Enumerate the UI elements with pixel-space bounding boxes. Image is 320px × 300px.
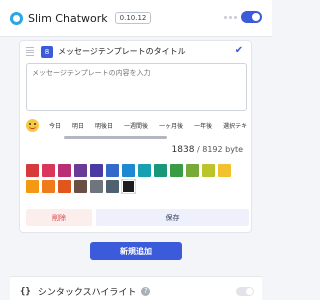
- color-swatch[interactable]: [90, 164, 103, 177]
- template-title[interactable]: メッセージテンプレートのタイトル: [58, 46, 186, 57]
- template-card: 8 メッセージテンプレートのタイトル ✔ 今日 明日 明後日 一週間後 一ヶ月後…: [19, 40, 252, 233]
- delete-button[interactable]: 削除: [26, 209, 92, 226]
- code-braces-icon: {}: [20, 286, 31, 297]
- color-swatch[interactable]: [122, 164, 135, 177]
- color-swatch[interactable]: [170, 164, 183, 177]
- chip-one-week-later[interactable]: 一週間後: [120, 119, 152, 132]
- color-swatch[interactable]: [186, 164, 199, 177]
- color-swatch[interactable]: [42, 164, 55, 177]
- bytes-used: 1838: [171, 145, 195, 155]
- color-swatch[interactable]: [218, 164, 231, 177]
- color-palette: [26, 164, 231, 194]
- color-swatch[interactable]: [74, 180, 87, 193]
- color-swatch[interactable]: [138, 164, 151, 177]
- drag-handle-icon[interactable]: [26, 47, 34, 56]
- chips-scrollbar[interactable]: [64, 136, 167, 139]
- color-swatch[interactable]: [26, 164, 39, 177]
- extension-toggle[interactable]: [241, 11, 262, 23]
- color-swatch[interactable]: [90, 180, 103, 193]
- bytes-total: / 8192 byte: [196, 145, 243, 154]
- color-swatch[interactable]: [26, 180, 39, 193]
- color-swatch[interactable]: [106, 180, 119, 193]
- template-content-input[interactable]: [26, 63, 247, 111]
- syntax-highlight-section: {} シンタックスハイライト ?: [10, 276, 262, 300]
- chip-one-year-later[interactable]: 一年後: [190, 119, 216, 132]
- template-index-badge: 8: [41, 45, 53, 58]
- section-title: シンタックスハイライト: [37, 288, 137, 298]
- top-bar: Slim Chatwork 0.10.12: [0, 0, 272, 37]
- template-card-header: 8 メッセージテンプレートのタイトル: [20, 41, 251, 62]
- help-icon[interactable]: ?: [141, 287, 151, 296]
- color-swatch[interactable]: [106, 164, 119, 177]
- emoji-icon[interactable]: [26, 119, 39, 132]
- chip-tomorrow[interactable]: 明日: [68, 119, 88, 132]
- color-swatch[interactable]: [154, 164, 167, 177]
- insert-chips: 今日 明日 明後日 一週間後 一ヶ月後 一年後 選択テキ: [26, 119, 251, 132]
- checkmark-icon[interactable]: ✔: [233, 45, 245, 57]
- chip-selected-text[interactable]: 選択テキ: [219, 119, 251, 132]
- color-swatch[interactable]: [121, 179, 136, 194]
- byte-counter: 1838 / 8192 byte: [172, 145, 243, 155]
- color-swatch[interactable]: [58, 164, 71, 177]
- syntax-highlight-toggle[interactable]: [236, 287, 254, 296]
- chip-today[interactable]: 今日: [45, 119, 65, 132]
- app-title: Slim Chatwork: [28, 11, 108, 25]
- color-swatch[interactable]: [58, 180, 71, 193]
- save-button[interactable]: 保存: [96, 209, 249, 226]
- color-swatch[interactable]: [42, 180, 55, 193]
- app-logo-icon: [10, 11, 23, 25]
- chip-one-month-later[interactable]: 一ヶ月後: [155, 119, 187, 132]
- version-badge: 0.10.12: [114, 12, 152, 24]
- color-swatch[interactable]: [74, 164, 87, 177]
- chip-day-after-tomorrow[interactable]: 明後日: [91, 119, 117, 132]
- more-dots-icon[interactable]: [224, 15, 237, 19]
- color-swatch[interactable]: [202, 164, 215, 177]
- add-new-button[interactable]: 新規追加: [90, 242, 182, 260]
